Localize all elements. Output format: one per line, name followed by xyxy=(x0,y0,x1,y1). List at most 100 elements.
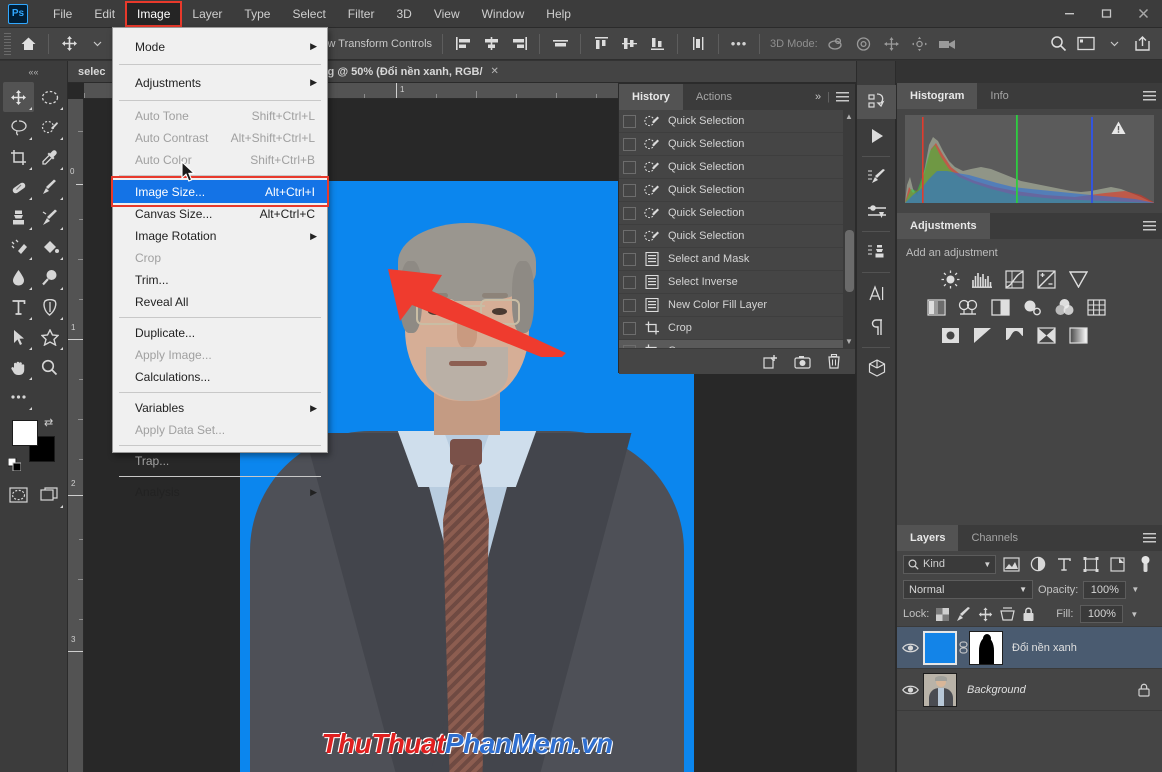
menu-layer[interactable]: Layer xyxy=(181,2,233,26)
menu-window[interactable]: Window xyxy=(471,2,536,26)
image-menu-dropdown[interactable]: Mode ▶ Adjustments ▶ Auto Tone Shift+Ctr… xyxy=(111,27,329,499)
shape-layer-filter-icon[interactable] xyxy=(1080,554,1101,574)
menu-item-reveal-all[interactable]: Reveal All xyxy=(113,291,327,313)
blur-tool[interactable] xyxy=(3,262,34,292)
menu-type[interactable]: Type xyxy=(233,2,281,26)
vibrance-icon[interactable] xyxy=(1067,268,1089,290)
history-state-box[interactable] xyxy=(623,160,636,174)
menu-edit[interactable]: Edit xyxy=(83,2,126,26)
warning-icon[interactable] xyxy=(1111,121,1126,135)
color-lookup-icon[interactable] xyxy=(1085,296,1107,318)
panel-menu-icon[interactable] xyxy=(1143,532,1156,544)
adjustments-panel-icon[interactable] xyxy=(857,194,897,228)
lock-artboard-icon[interactable] xyxy=(1000,607,1016,621)
3d-slide-icon[interactable] xyxy=(906,31,934,57)
history-item[interactable]: Select Inverse xyxy=(619,271,855,294)
share-icon[interactable] xyxy=(1128,31,1156,57)
tool-preset-chevron-icon[interactable] xyxy=(83,31,111,57)
layer-visibility-toggle[interactable] xyxy=(897,684,923,696)
gradient-map-icon[interactable] xyxy=(1067,324,1089,346)
chevron-double-right-icon[interactable]: » xyxy=(815,91,821,103)
scroll-up-arrow-icon[interactable]: ▲ xyxy=(845,112,853,121)
toolbar-collapse-button[interactable]: «« xyxy=(0,65,67,79)
menu-item-variables[interactable]: Variables ▶ xyxy=(113,397,327,419)
3d-drag-icon[interactable] xyxy=(878,31,906,57)
3d-roll-icon[interactable] xyxy=(850,31,878,57)
foreground-color-swatch[interactable] xyxy=(12,420,38,446)
path-selection-tool[interactable] xyxy=(3,322,34,352)
panel-menu-icon[interactable] xyxy=(836,91,849,103)
history-state-box[interactable] xyxy=(623,321,636,335)
history-state-box[interactable] xyxy=(623,114,636,128)
menu-filter[interactable]: Filter xyxy=(337,2,386,26)
dodge-tool[interactable] xyxy=(34,262,65,292)
history-panel-icon[interactable] xyxy=(857,85,897,119)
clone-source-panel-icon[interactable] xyxy=(857,235,897,269)
zoom-tool[interactable] xyxy=(34,352,65,382)
align-top-edges-icon[interactable] xyxy=(546,31,574,57)
fill-value[interactable]: 100% xyxy=(1080,605,1124,623)
more-options-icon[interactable]: ••• xyxy=(725,31,753,57)
channel-mixer-icon[interactable] xyxy=(1053,296,1075,318)
distribute-top-icon[interactable] xyxy=(587,31,615,57)
photo-filter-icon[interactable] xyxy=(1021,296,1043,318)
menu-select[interactable]: Select xyxy=(281,2,336,26)
history-item[interactable]: Quick Selection xyxy=(619,202,855,225)
healing-brush-tool[interactable] xyxy=(3,172,34,202)
align-right-edges-icon[interactable] xyxy=(505,31,533,57)
3d-rotate-icon[interactable] xyxy=(822,31,850,57)
menu-view[interactable]: View xyxy=(423,2,471,26)
new-document-from-state-icon[interactable] xyxy=(762,354,778,369)
blend-mode-select[interactable]: Normal ▼ xyxy=(903,580,1033,599)
layer-row[interactable]: Background xyxy=(897,669,1162,711)
opacity-chevron-icon[interactable]: ▼ xyxy=(1131,585,1139,594)
brush-tool[interactable] xyxy=(34,172,65,202)
document-tab-left-label[interactable]: selec xyxy=(68,66,106,78)
history-list[interactable]: Quick Selection Quick Selection Quick Se… xyxy=(619,110,855,348)
lock-all-icon[interactable] xyxy=(1022,607,1035,622)
layer-mask-thumbnail[interactable] xyxy=(969,630,1003,665)
character-panel-icon[interactable] xyxy=(857,276,897,310)
pen-tool[interactable] xyxy=(34,292,65,322)
tab-channels[interactable]: Channels xyxy=(958,525,1031,551)
history-state-box[interactable] xyxy=(623,183,636,197)
menu-item-image-rotation[interactable]: Image Rotation ▶ xyxy=(113,225,327,247)
menu-item-analysis[interactable]: Analysis ▶ xyxy=(113,481,327,503)
filter-toggle-icon[interactable] xyxy=(1135,554,1156,574)
layer-name[interactable]: Background xyxy=(967,684,1026,696)
history-item[interactable]: Quick Selection xyxy=(619,110,855,133)
adjustment-layer-filter-icon[interactable] xyxy=(1028,554,1049,574)
hand-tool[interactable] xyxy=(3,352,34,382)
hue-saturation-icon[interactable] xyxy=(925,296,947,318)
lock-image-pixels-icon[interactable] xyxy=(956,607,971,621)
link-mask-icon[interactable] xyxy=(957,641,969,654)
history-item[interactable]: Quick Selection xyxy=(619,225,855,248)
menu-item-image-size[interactable]: Image Size... Alt+Ctrl+I xyxy=(113,180,327,203)
histogram-graph[interactable] xyxy=(905,115,1154,203)
black-white-icon[interactable] xyxy=(989,296,1011,318)
close-button[interactable] xyxy=(1125,0,1162,28)
distribute-center-icon[interactable] xyxy=(615,31,643,57)
menu-image[interactable]: Image xyxy=(125,0,183,27)
curves-icon[interactable] xyxy=(1003,268,1025,290)
history-item[interactable]: Quick Selection xyxy=(619,133,855,156)
options-bar-grip[interactable] xyxy=(4,32,11,55)
menu-item-canvas-size[interactable]: Canvas Size... Alt+Ctrl+C xyxy=(113,203,327,225)
fill-chevron-icon[interactable]: ▼ xyxy=(1130,610,1138,619)
invert-icon[interactable] xyxy=(939,324,961,346)
pixel-layer-filter-icon[interactable] xyxy=(1001,554,1022,574)
paragraph-panel-icon[interactable] xyxy=(857,310,897,344)
type-tool[interactable] xyxy=(3,292,34,322)
history-item[interactable]: Quick Selection xyxy=(619,156,855,179)
history-state-box[interactable] xyxy=(623,206,636,220)
lock-transparent-pixels-icon[interactable] xyxy=(936,607,950,621)
menu-item-trim[interactable]: Trim... xyxy=(113,269,327,291)
shape-tool[interactable] xyxy=(34,322,65,352)
opacity-value[interactable]: 100% xyxy=(1083,580,1127,599)
scroll-down-arrow-icon[interactable]: ▼ xyxy=(845,337,853,346)
marquee-tool[interactable] xyxy=(34,82,65,112)
posterize-icon[interactable] xyxy=(971,324,993,346)
workspace-icon[interactable] xyxy=(1072,31,1100,57)
layer-name[interactable]: Đổi nền xanh xyxy=(1012,642,1077,654)
brush-panel-icon[interactable] xyxy=(857,160,897,194)
